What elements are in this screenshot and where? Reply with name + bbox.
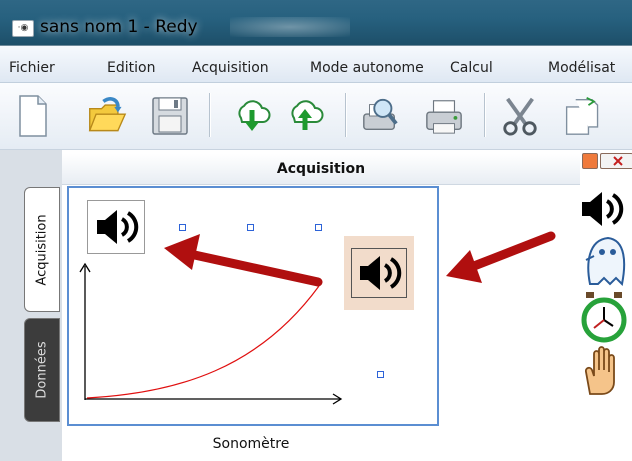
menu-fichier[interactable]: Fichier [9, 60, 55, 76]
tab-donnees-label: Données [34, 341, 50, 399]
save-floppy-icon [152, 97, 188, 135]
panel-header: Acquisition [62, 154, 580, 185]
palette-ghost-button[interactable] [580, 234, 632, 286]
canvas-caption: Sonomètre [212, 436, 290, 452]
toolbar-separator [209, 93, 210, 137]
title-bar: ·◉ sans nom 1 - Redy [0, 0, 632, 46]
cut-button[interactable] [500, 93, 540, 139]
speaker-icon [360, 256, 402, 290]
printer-icon [426, 100, 462, 134]
menu-modelisation[interactable]: Modélisat [548, 60, 615, 76]
ghost-icon [585, 236, 626, 286]
tab-donnees[interactable]: Données [24, 318, 60, 422]
dragged-speaker-item[interactable] [344, 236, 414, 310]
tab-acquisition[interactable]: Acquisition [24, 187, 60, 312]
palette-orange-button[interactable] [582, 153, 598, 169]
new-document-icon [19, 95, 47, 137]
print-preview-icon [363, 98, 398, 131]
print-preview-button[interactable] [360, 93, 400, 139]
palette-stopwatch-button[interactable] [580, 290, 632, 344]
print-button[interactable] [424, 93, 464, 139]
open-folder-icon [88, 97, 127, 132]
panel-title: Acquisition [276, 161, 366, 177]
toolbar [0, 83, 632, 150]
palette-close-button[interactable] [600, 153, 632, 169]
save-button[interactable] [150, 93, 190, 139]
menu-edition[interactable]: Edition [107, 60, 155, 76]
tab-acquisition-label: Acquisition [34, 213, 50, 286]
selection-handle[interactable] [247, 224, 254, 231]
dragged-speaker-frame [351, 248, 407, 298]
menu-acquisition[interactable]: Acquisition [192, 60, 269, 76]
speaker-icon [582, 192, 624, 226]
app-icon[interactable]: ·◉ [12, 20, 34, 37]
cut-scissors-icon [503, 97, 537, 136]
copy-icon [565, 97, 599, 135]
palette-hand-button[interactable] [580, 344, 632, 398]
upload-button[interactable] [285, 93, 325, 139]
canvas-speaker-item[interactable] [87, 200, 145, 254]
download-button[interactable] [232, 93, 272, 139]
window-title: sans nom 1 - Redy [40, 17, 198, 37]
selection-handle[interactable] [179, 224, 186, 231]
speaker-icon [97, 210, 139, 244]
palette-speaker-button[interactable] [580, 186, 632, 232]
hand-icon [584, 346, 615, 395]
close-icon [613, 156, 623, 166]
toolbar-separator [484, 93, 485, 137]
copy-button[interactable] [563, 93, 603, 139]
stopwatch-icon [581, 292, 627, 343]
curve [86, 285, 320, 399]
selection-handle[interactable] [377, 371, 384, 378]
menu-mode-autonome[interactable]: Mode autonome [310, 60, 424, 76]
title-glow [230, 17, 350, 37]
menu-calcul[interactable]: Calcul [450, 60, 493, 76]
menu-bar: Fichier Edition Acquisition Mode autonom… [0, 46, 632, 83]
open-button[interactable] [87, 93, 127, 139]
upload-cloud-icon [291, 100, 324, 130]
new-document-button[interactable] [13, 93, 53, 139]
toolbar-separator [345, 93, 346, 137]
download-cloud-icon [238, 100, 271, 131]
selection-handle[interactable] [315, 224, 322, 231]
